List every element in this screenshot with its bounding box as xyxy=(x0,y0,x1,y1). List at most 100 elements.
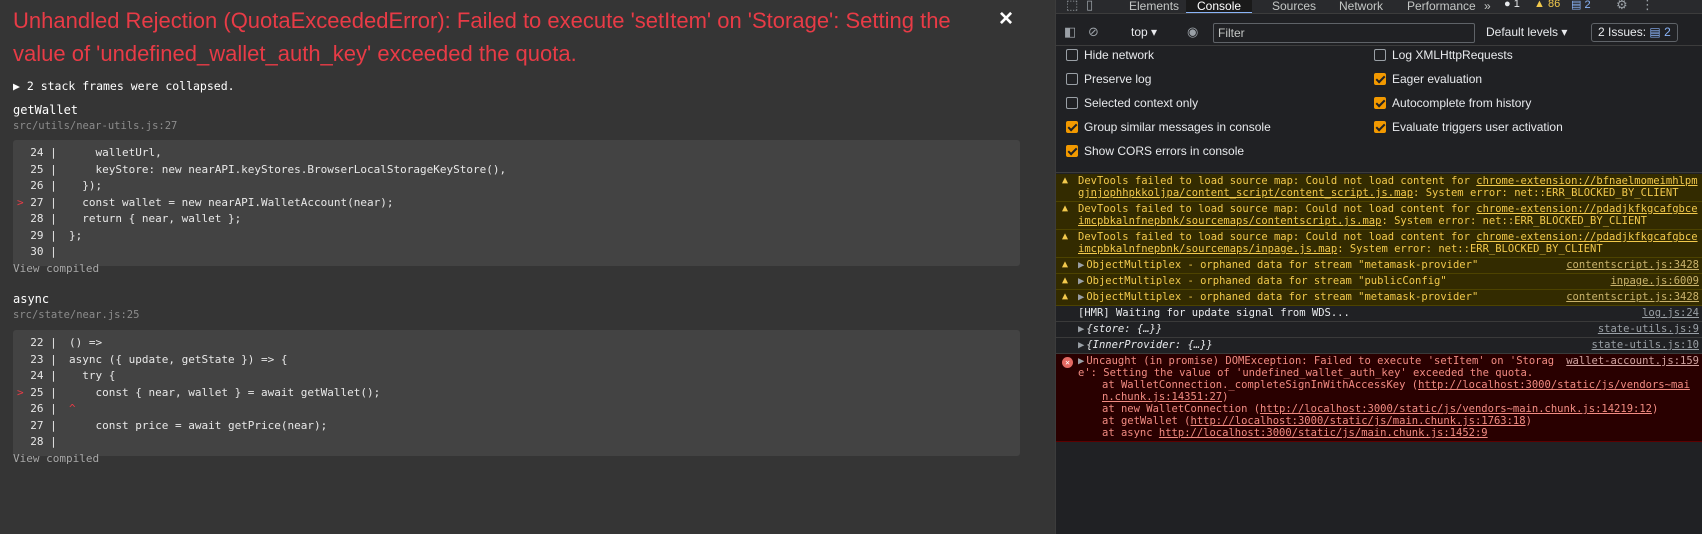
expand-triangle-icon[interactable]: ▶ xyxy=(1078,275,1084,287)
expand-triangle-icon[interactable]: ▶ xyxy=(1078,323,1084,335)
frame-function-name: getWallet xyxy=(13,103,79,117)
info-count[interactable]: ● 1 xyxy=(1504,0,1520,10)
code-line: 26 | }); xyxy=(13,178,1020,195)
checkbox[interactable] xyxy=(1066,97,1078,109)
live-expression-eye-icon[interactable]: ◉ xyxy=(1187,24,1198,40)
frame-file-path[interactable]: src/state/near.js:25 xyxy=(13,309,139,321)
source-link[interactable]: log.js:24 xyxy=(1642,307,1699,319)
checkbox[interactable] xyxy=(1066,121,1078,133)
setting-evaluate-triggers-user-activation[interactable]: Evaluate triggers user activation xyxy=(1374,119,1563,135)
code-line: 26 | ^ xyxy=(13,401,1020,418)
issues-label: 2 Issues: xyxy=(1598,25,1647,39)
line-marker: > xyxy=(17,385,24,399)
checkbox[interactable] xyxy=(1066,73,1078,85)
collapsed-frames-toggle[interactable]: ▶ 2 stack frames were collapsed. xyxy=(13,79,235,93)
stack-frame-link[interactable]: http://localhost:3000/static/js/main.chu… xyxy=(1191,415,1526,427)
line-number: 22 xyxy=(30,336,44,349)
warning-count[interactable]: ▲ 86 xyxy=(1534,0,1560,10)
line-gutter: 26 | xyxy=(30,402,64,415)
message-count-value: 2 xyxy=(1584,0,1591,11)
setting-preserve-log[interactable]: Preserve log xyxy=(1066,71,1151,87)
source-link[interactable]: inpage.js:6009 xyxy=(1610,275,1699,287)
code-line: 30 | xyxy=(13,244,1020,261)
checkbox[interactable] xyxy=(1066,145,1078,157)
line-code: const { near, wallet } = await getWallet… xyxy=(69,385,381,399)
expand-triangle-icon[interactable]: ▶ xyxy=(1078,355,1084,367)
source-link[interactable]: state-utils.js:9 xyxy=(1598,323,1699,335)
console-warning: ▲ DevTools failed to load source map: Cou… xyxy=(1056,202,1702,230)
setting-autocomplete-from-history[interactable]: Autocomplete from history xyxy=(1374,95,1531,111)
frame-function-name: async xyxy=(13,292,50,306)
checkbox[interactable] xyxy=(1374,97,1386,109)
stack-frame-text: at getWallet ( xyxy=(1102,415,1191,427)
line-gutter: 24 | xyxy=(30,369,64,382)
line-marker: > xyxy=(17,195,24,209)
message-text[interactable]: {store: {…}} xyxy=(1086,323,1162,335)
setting-group-similar-messages-in-console[interactable]: Group similar messages in console xyxy=(1066,119,1271,135)
settings-gear-icon[interactable]: ⚙ xyxy=(1616,0,1628,13)
setting-log-xmlhttprequests[interactable]: Log XMLHttpRequests xyxy=(1374,47,1513,63)
view-compiled-link[interactable]: View compiled xyxy=(13,262,99,275)
log-levels-dropdown[interactable]: Default levels ▾ xyxy=(1486,25,1567,39)
line-number: 25 xyxy=(30,162,44,176)
line-code: ^ xyxy=(69,402,76,415)
checkbox[interactable] xyxy=(1374,73,1386,85)
inspect-element-icon[interactable]: ⬚ xyxy=(1066,0,1078,13)
tab-console[interactable]: Console xyxy=(1186,0,1253,13)
context-select[interactable]: top ▾ xyxy=(1131,25,1157,39)
expand-triangle-icon[interactable]: ▶ xyxy=(1078,291,1084,303)
setting-eager-evaluation[interactable]: Eager evaluation xyxy=(1374,71,1482,87)
more-options-icon[interactable]: ⋮ xyxy=(1641,0,1654,13)
source-link[interactable]: contentscript.js:3428 xyxy=(1566,259,1699,271)
source-link[interactable]: state-utils.js:10 xyxy=(1592,339,1699,351)
checkbox[interactable] xyxy=(1374,49,1386,61)
source-link[interactable]: contentscript.js:3428 xyxy=(1566,291,1699,303)
clear-console-icon[interactable]: ⊘ xyxy=(1088,24,1099,40)
code-snippet: 24 | walletUrl, 25 | keyStore: new nearA… xyxy=(13,140,1020,266)
issues-button[interactable]: 2 Issues: ▤ 2 xyxy=(1591,23,1678,42)
stack-frame-text: ) xyxy=(1525,415,1532,427)
line-number: 27 xyxy=(30,195,44,209)
console-warning: ▲ DevTools failed to load source map: Cou… xyxy=(1056,174,1702,202)
checkbox[interactable] xyxy=(1066,49,1078,61)
error-text: Uncaught (in promise) DOMException: Fail… xyxy=(1078,355,1555,379)
frame-file-path[interactable]: src/utils/near-utils.js:27 xyxy=(13,120,177,132)
tab-elements[interactable]: Elements xyxy=(1118,0,1190,13)
code-line: 29 | }; xyxy=(13,228,1020,245)
console-warning: ▲ contentscript.js:3428 ▶ ObjectMultiplex -… xyxy=(1056,290,1702,306)
setting-hide-network[interactable]: Hide network xyxy=(1066,47,1154,63)
line-gutter: 23 | xyxy=(30,352,64,366)
line-code: return { near, wallet }; xyxy=(69,212,242,225)
message-count[interactable]: ▤ 2 xyxy=(1571,0,1591,11)
code-line: 28 | return { near, wallet }; xyxy=(13,211,1020,228)
source-link[interactable]: wallet-account.js:159 xyxy=(1566,355,1699,367)
line-gutter: 25 | xyxy=(30,162,64,176)
setting-show-cors-errors-in-console[interactable]: Show CORS errors in console xyxy=(1066,143,1244,159)
checkbox[interactable] xyxy=(1374,121,1386,133)
stack-frame-link[interactable]: http://localhost:3000/static/js/vendors~… xyxy=(1260,403,1652,415)
setting-selected-context-only[interactable]: Selected context only xyxy=(1066,95,1198,111)
line-gutter: > 25 | xyxy=(17,385,64,399)
view-compiled-link[interactable]: View compiled xyxy=(13,452,99,465)
line-gutter: 28 | xyxy=(30,435,64,448)
close-overlay-button[interactable]: × xyxy=(994,4,1018,34)
device-toolbar-icon[interactable]: ▯ xyxy=(1086,0,1093,13)
warning-icon: ▲ xyxy=(1062,231,1069,242)
line-number: 25 xyxy=(30,385,44,399)
sidebar-toggle-icon[interactable]: ◧ xyxy=(1064,24,1076,40)
expand-triangle-icon[interactable]: ▶ xyxy=(1078,339,1084,351)
console-filter-input[interactable] xyxy=(1213,23,1475,43)
message-text[interactable]: {InnerProvider: {…}} xyxy=(1086,339,1212,351)
more-tabs-button[interactable]: » xyxy=(1473,0,1502,13)
message-text: DevTools failed to load source map: Coul… xyxy=(1078,175,1477,187)
line-number: 24 xyxy=(30,369,44,382)
tab-network[interactable]: Network xyxy=(1328,0,1394,13)
devtools-panel: ⬚ ▯ Elements Console Sources Network Per… xyxy=(1055,0,1702,534)
line-gutter: 24 | xyxy=(30,146,64,159)
expand-triangle-icon[interactable]: ▶ xyxy=(1078,259,1084,271)
warning-icon: ▲ xyxy=(1062,259,1069,270)
stack-frame-link[interactable]: http://localhost:3000/static/js/main.chu… xyxy=(1159,427,1488,439)
message-text: DevTools failed to load source map: Coul… xyxy=(1078,231,1477,243)
stack-frame-text: ) xyxy=(1222,391,1229,403)
tab-sources[interactable]: Sources xyxy=(1261,0,1327,13)
